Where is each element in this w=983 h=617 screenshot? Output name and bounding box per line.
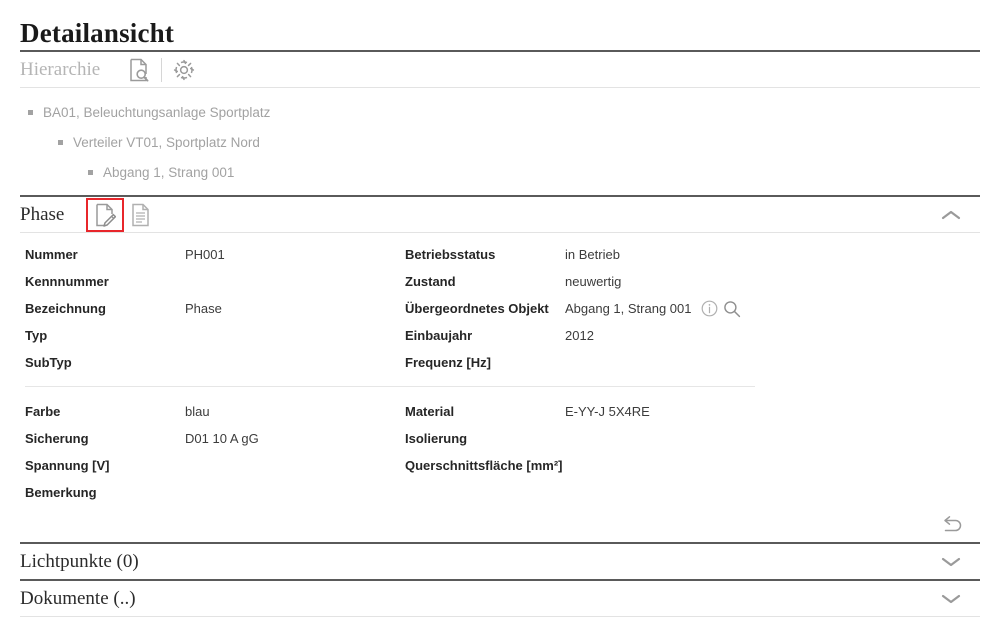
hierarchy-toolbar <box>122 55 201 85</box>
tree-item-label: BA01, Beleuchtungsanlage Sportplatz <box>43 105 270 120</box>
field-cell <box>405 479 785 506</box>
document-lines-icon[interactable] <box>124 200 158 230</box>
field-row: Typ Einbaujahr 2012 <box>25 322 983 349</box>
lichtpunkte-expand-chevron-down-icon[interactable] <box>934 547 968 577</box>
hierarchy-tree: BA01, Beleuchtungsanlage Sportplatz Vert… <box>20 88 983 195</box>
bullet-icon <box>28 110 33 115</box>
field-cell: Isolierung <box>405 425 785 452</box>
dokumente-expand-chevron-down-icon[interactable] <box>934 584 968 614</box>
tree-item[interactable]: BA01, Beleuchtungsanlage Sportplatz <box>20 97 983 127</box>
field-label: Querschnittsfläche [mm²] <box>405 458 565 473</box>
field-row: Bezeichnung Phase Übergeordnetes Objekt … <box>25 295 983 322</box>
tree-item-label: Verteiler VT01, Sportplatz Nord <box>73 135 260 150</box>
field-cell: Bemerkung <box>25 479 405 506</box>
field-label: Zustand <box>405 274 565 289</box>
field-value: Phase <box>185 301 222 316</box>
field-label: Betriebsstatus <box>405 247 565 262</box>
field-row: Bemerkung <box>25 479 983 506</box>
hierarchy-header[interactable]: Hierarchie <box>20 52 980 87</box>
field-row: Kennnummer Zustand neuwertig <box>25 268 983 295</box>
toolbar-separator <box>161 58 162 82</box>
field-cell: Typ <box>25 322 405 349</box>
info-icon[interactable] <box>701 300 718 317</box>
field-cell: Bezeichnung Phase <box>25 295 405 322</box>
bullet-icon <box>88 170 93 175</box>
field-label: Kennnummer <box>25 274 185 289</box>
phase-header[interactable]: Phase <box>20 197 980 232</box>
field-cell: Sicherung D01 10 A gG <box>25 425 405 452</box>
field-cell: Farbe blau <box>25 398 405 425</box>
field-row: Nummer PH001 Betriebsstatus in Betrieb <box>25 241 983 268</box>
field-cell: Zustand neuwertig <box>405 268 785 295</box>
field-label: Spannung [V] <box>25 458 185 473</box>
tree-item-label: Abgang 1, Strang 001 <box>103 165 234 180</box>
undo-return-icon[interactable] <box>934 512 968 538</box>
field-row: Sicherung D01 10 A gG Isolierung <box>25 425 983 452</box>
phase-field-group-2: Farbe blau Material E-YY-J 5X4RE Sicheru… <box>25 398 983 506</box>
field-value: blau <box>185 404 210 419</box>
tree-item[interactable]: Verteiler VT01, Sportplatz Nord <box>20 127 983 157</box>
field-cell: Spannung [V] <box>25 452 405 479</box>
field-row: Spannung [V] Querschnittsfläche [mm²] <box>25 452 983 479</box>
field-label: Einbaujahr <box>405 328 565 343</box>
field-value: PH001 <box>185 247 225 262</box>
field-cell: Querschnittsfläche [mm²] <box>405 452 785 479</box>
gear-icon[interactable] <box>167 55 201 85</box>
section-dokumente[interactable]: Dokumente (..) <box>20 581 980 616</box>
page-title: Detailansicht <box>0 0 983 50</box>
field-group-divider <box>25 386 755 387</box>
field-row: Farbe blau Material E-YY-J 5X4RE <box>25 398 983 425</box>
document-edit-icon[interactable] <box>86 198 124 232</box>
field-label: Nummer <box>25 247 185 262</box>
field-cell: Frequenz [Hz] <box>405 349 785 376</box>
field-value: E-YY-J 5X4RE <box>565 404 650 419</box>
phase-collapse-chevron-up-icon[interactable] <box>934 200 968 230</box>
field-value: in Betrieb <box>565 247 620 262</box>
field-value-with-icons: Abgang 1, Strang 001 <box>565 300 746 318</box>
field-label: Bemerkung <box>25 485 185 500</box>
field-row: SubTyp Frequenz [Hz] <box>25 349 983 376</box>
field-label: Sicherung <box>25 431 185 446</box>
field-value: neuwertig <box>565 274 621 289</box>
field-label: SubTyp <box>25 355 185 370</box>
field-cell: Nummer PH001 <box>25 241 405 268</box>
field-label: Farbe <box>25 404 185 419</box>
hierarchy-title: Hierarchie <box>20 60 100 79</box>
field-value: 2012 <box>565 328 594 343</box>
section-lichtpunkte[interactable]: Lichtpunkte (0) <box>20 544 980 579</box>
phase-field-group-1: Nummer PH001 Betriebsstatus in Betrieb K… <box>25 241 983 387</box>
field-value: Abgang 1, Strang 001 <box>565 301 692 316</box>
phase-detail-body: Nummer PH001 Betriebsstatus in Betrieb K… <box>0 233 983 542</box>
section-title: Dokumente (..) <box>20 589 136 608</box>
field-value: D01 10 A gG <box>185 431 259 446</box>
section-title: Lichtpunkte (0) <box>20 552 139 571</box>
field-cell: Einbaujahr 2012 <box>405 322 785 349</box>
parent-object-actions <box>701 300 746 318</box>
field-label: Material <box>405 404 565 419</box>
field-cell: Übergeordnetes Objekt Abgang 1, Strang 0… <box>405 295 785 322</box>
field-label: Bezeichnung <box>25 301 185 316</box>
field-label: Übergeordnetes Objekt <box>405 301 565 316</box>
bullet-icon <box>58 140 63 145</box>
phase-undo-row <box>0 506 980 542</box>
document-search-icon[interactable] <box>122 55 156 85</box>
field-cell: SubTyp <box>25 349 405 376</box>
field-cell: Kennnummer <box>25 268 405 295</box>
search-icon[interactable] <box>723 300 741 318</box>
tree-item[interactable]: Abgang 1, Strang 001 <box>20 157 983 187</box>
field-label: Frequenz [Hz] <box>405 355 565 370</box>
phase-toolbar <box>86 198 158 232</box>
field-cell: Betriebsstatus in Betrieb <box>405 241 785 268</box>
phase-title: Phase <box>20 205 64 224</box>
field-cell: Material E-YY-J 5X4RE <box>405 398 785 425</box>
field-label: Typ <box>25 328 185 343</box>
field-label: Isolierung <box>405 431 565 446</box>
